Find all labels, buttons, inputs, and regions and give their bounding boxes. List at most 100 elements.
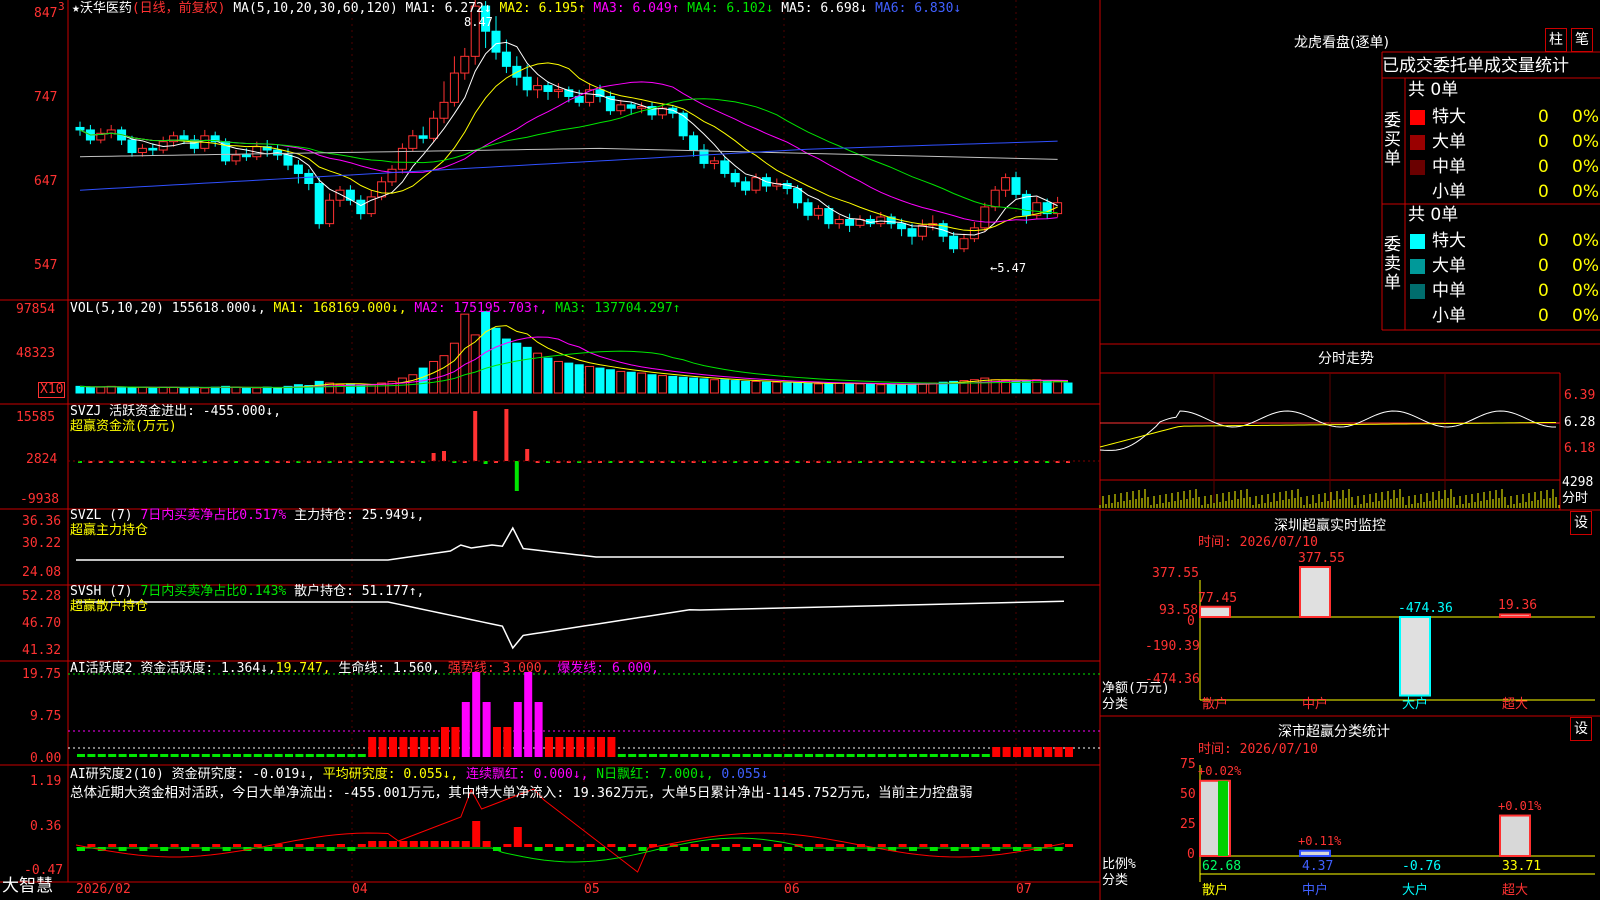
monitor-value-label: 377.55 [1298, 551, 1345, 566]
ai-bar [274, 754, 283, 757]
vol-header: VOL(5,10,20) 155618.000↓, MA1: 168169.00… [70, 301, 681, 317]
order-size-name: 特大 [1432, 231, 1466, 251]
volume-bar [75, 385, 85, 394]
res-v2: 平均研究度: 0.055↓, [322, 767, 459, 782]
vol-ma1: MA1: 168169.000↓, [273, 301, 407, 316]
candle-body [616, 104, 626, 112]
ai-bar [524, 672, 533, 757]
res-header: AI研究度2(10) 资金研究度: -0.019↓, 平均研究度: 0.055↓… [70, 767, 768, 783]
research-bar [1065, 844, 1073, 847]
classify-ylabel: 比例% [1102, 857, 1136, 872]
volume-bar [273, 387, 283, 394]
ai-v1: 资金活跃度: 1.364↓, [140, 661, 276, 676]
research-bar [129, 844, 137, 847]
ai-bar [222, 754, 231, 757]
ai-bar [659, 754, 668, 757]
volume-bar [501, 338, 511, 394]
legend-swatch [1410, 259, 1425, 274]
candle-body [793, 188, 803, 204]
svzl-name: SVZL (7) [70, 508, 133, 523]
star-icon[interactable]: ★ [72, 1, 80, 16]
svzj-bar [473, 411, 478, 461]
date-tick-apr: 04 [352, 882, 368, 897]
candle-body [148, 147, 158, 151]
candle-body [897, 223, 907, 230]
ai-bar [1054, 747, 1063, 757]
volume-bar [553, 360, 563, 394]
classify-category: 超大 [1502, 883, 1529, 898]
volume-bar [689, 377, 699, 394]
volume-bar [117, 386, 127, 394]
dragon-tab-text[interactable]: 已成交委托单成交量统计 [1382, 55, 1569, 77]
research-bar [565, 844, 574, 847]
research-bar [617, 847, 626, 851]
legend-swatch [1410, 160, 1425, 175]
order-pct: 0% [1572, 107, 1599, 127]
ai-bar [97, 754, 106, 757]
classify-tick-75: 75 [1180, 757, 1196, 772]
bar-mode-button[interactable]: 柱 [1545, 28, 1567, 52]
ai-bar [586, 737, 595, 757]
period-label[interactable]: (日线，前复权) [132, 1, 226, 16]
volume-bar [907, 383, 917, 394]
ai-bar [638, 754, 647, 757]
candle-body [678, 112, 688, 137]
candle-body [75, 126, 85, 131]
vol-ma-line [79, 336, 1069, 389]
ai-bar [919, 754, 928, 757]
legend-swatch [1410, 284, 1425, 299]
intraday-title: 分时走势 [1318, 351, 1374, 367]
candle-body [439, 101, 449, 119]
research-bar [773, 844, 782, 847]
volume-bar [845, 382, 855, 394]
pen-mode-button[interactable]: 笔 [1571, 28, 1593, 52]
ma2-value: MA2: 6.195↑ [499, 1, 586, 16]
sell-order-label: 委卖单 [1384, 235, 1401, 293]
price-tick-747: 747 [34, 90, 58, 105]
ai-bar [909, 754, 917, 757]
ai-bar [389, 737, 397, 757]
research-bar [534, 847, 543, 851]
monitor-bar-0 [1199, 605, 1231, 619]
svzj-label: 活跃资金进出: -455.000↓, [109, 404, 282, 419]
ai-bar [690, 754, 699, 757]
vol-unit-badge[interactable]: X10 [38, 382, 66, 398]
candle-body [949, 235, 959, 250]
ai-v5: 爆发线: 6.000, [557, 661, 659, 676]
volume-bar [491, 327, 501, 394]
classify-category: 大户 [1402, 883, 1429, 898]
ai-v3: 生命线: 1.560, [338, 661, 441, 676]
candle-body [387, 168, 397, 183]
ai-bar [1013, 747, 1021, 757]
research-bar [191, 844, 200, 847]
volume-bar [824, 383, 834, 394]
order-size-name: 大单 [1432, 132, 1466, 152]
ai-bar [825, 754, 834, 757]
ai-bar [680, 754, 689, 757]
ai-bar [399, 737, 408, 757]
svzl-tick-bot: 24.08 [22, 565, 62, 580]
svzj-tick-mid: 2824 [26, 452, 58, 467]
stock-name[interactable]: 沃华医药 [80, 1, 132, 16]
volume-bar [741, 380, 751, 394]
volume-bar [533, 352, 543, 394]
ai-bar [160, 754, 169, 757]
ai-tick-top: 19.75 [22, 667, 62, 682]
volume-bar [564, 362, 574, 394]
classify-category: 中户 [1302, 883, 1329, 898]
research-bar [586, 844, 595, 847]
monitor-settings-button[interactable]: 设 [1570, 511, 1592, 535]
ai-bar [337, 754, 345, 757]
classify-settings-button[interactable]: 设 [1570, 717, 1592, 741]
classify-time: 时间: 2026/07/10 [1198, 742, 1318, 757]
ai-bar [721, 754, 730, 757]
research-bar [451, 841, 460, 847]
low-note: ←5.47 [990, 261, 1027, 275]
ai-bar [534, 702, 543, 757]
candle-body [241, 154, 251, 158]
research-bar [628, 844, 637, 847]
research-bar [836, 844, 845, 847]
svsh-tick-top: 52.28 [22, 589, 62, 604]
classify-tick-50: 50 [1180, 787, 1196, 802]
ai-bar [295, 754, 304, 757]
